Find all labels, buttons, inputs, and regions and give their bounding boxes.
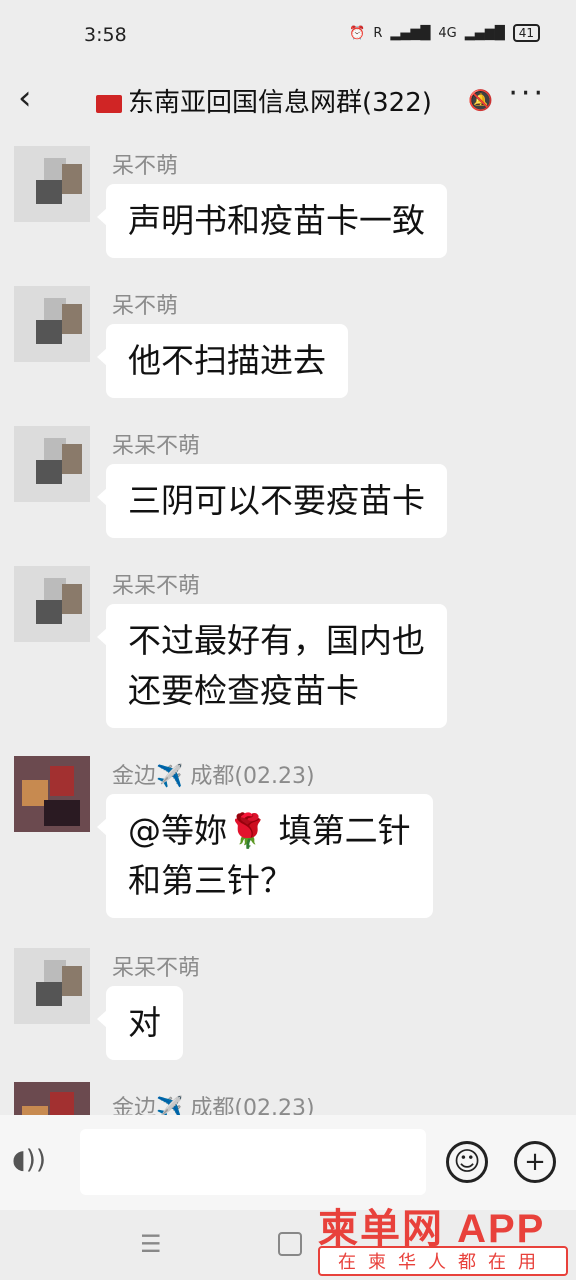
message-text: 填第二针 (268, 811, 411, 850)
chat-title-text: 东南亚回国信息网群(322) (128, 88, 432, 118)
message-line: 不过最好有，国内也 (128, 621, 425, 660)
message-line: 还要检查疫苗卡 (128, 671, 359, 710)
status-bar: 3:58 ⏰ R ▂▄▆█ 4G ▂▄▆█ 41 (0, 0, 576, 70)
chat-title: 东南亚回国信息网群(322) (96, 82, 432, 119)
battery-icon: 41 (512, 24, 540, 42)
status-icons: ⏰ R ▂▄▆█ 4G ▂▄▆█ 41 (349, 24, 540, 42)
alarm-icon: ⏰ (349, 25, 366, 41)
message-bubble[interactable]: 三阴可以不要疫苗卡 (97, 464, 447, 538)
emoji-icon[interactable]: ☺ (446, 1141, 488, 1183)
sender-name: 呆不萌 (112, 294, 179, 319)
mention-text: @等妳 (128, 811, 227, 850)
avatar[interactable] (14, 146, 90, 222)
chat-area[interactable]: 呆不萌 声明书和疫苗卡一致 呆不萌 他不扫描进去 呆呆不萌 三阴可以不要疫苗卡 … (0, 130, 576, 1115)
message-bubble[interactable]: 不过最好有，国内也 还要检查疫苗卡 (97, 604, 447, 728)
message-input[interactable] (80, 1129, 426, 1195)
avatar[interactable] (14, 566, 90, 642)
watermark-subtitle: 在柬华人都在用 (318, 1246, 568, 1276)
message-bubble[interactable]: 对 (97, 986, 183, 1060)
menu-icon[interactable]: ☰ (140, 1230, 162, 1258)
sender-name: 呆呆不萌 (112, 574, 201, 599)
message-bubble[interactable]: 他不扫描进去 (97, 324, 348, 398)
signal-icon-2: ▂▄▆█ (464, 25, 505, 41)
message-bubble[interactable]: 声明书和疫苗卡一致 (97, 184, 447, 258)
home-icon[interactable] (278, 1232, 302, 1256)
voice-icon[interactable]: ◖)) (12, 1145, 60, 1185)
sender-name: 金边✈️ 成都(02.23) (112, 764, 315, 789)
status-time: 3:58 (84, 24, 127, 46)
sender-name: 呆不萌 (112, 154, 179, 179)
avatar[interactable] (14, 1082, 90, 1115)
rose-icon: 🌹 (227, 811, 269, 850)
sender-name: 呆呆不萌 (112, 956, 201, 981)
chat-header: ‹ 东南亚回国信息网群(322) 🔕 ··· (0, 70, 576, 130)
plus-icon[interactable]: + (514, 1141, 556, 1183)
avatar[interactable] (14, 286, 90, 362)
message-line: @等妳🌹 填第二针 (128, 806, 411, 856)
flag-icon (96, 94, 122, 113)
signal-icon: ▂▄▆█ (390, 25, 431, 41)
sender-name: 呆呆不萌 (112, 434, 201, 459)
message-bubble[interactable]: @等妳🌹 填第二针 和第三针？ (97, 794, 433, 918)
mute-icon: 🔕 (468, 88, 493, 112)
avatar[interactable] (14, 948, 90, 1024)
network-text: 4G (438, 25, 457, 41)
back-icon[interactable]: ‹ (18, 78, 54, 118)
avatar[interactable] (14, 756, 90, 832)
more-icon[interactable]: ··· (508, 76, 546, 111)
avatar[interactable] (14, 426, 90, 502)
sender-name: 金边✈️ 成都(02.23) (112, 1096, 315, 1115)
signal-text: R (373, 25, 383, 41)
message-line: 和第三针？ (128, 861, 293, 900)
